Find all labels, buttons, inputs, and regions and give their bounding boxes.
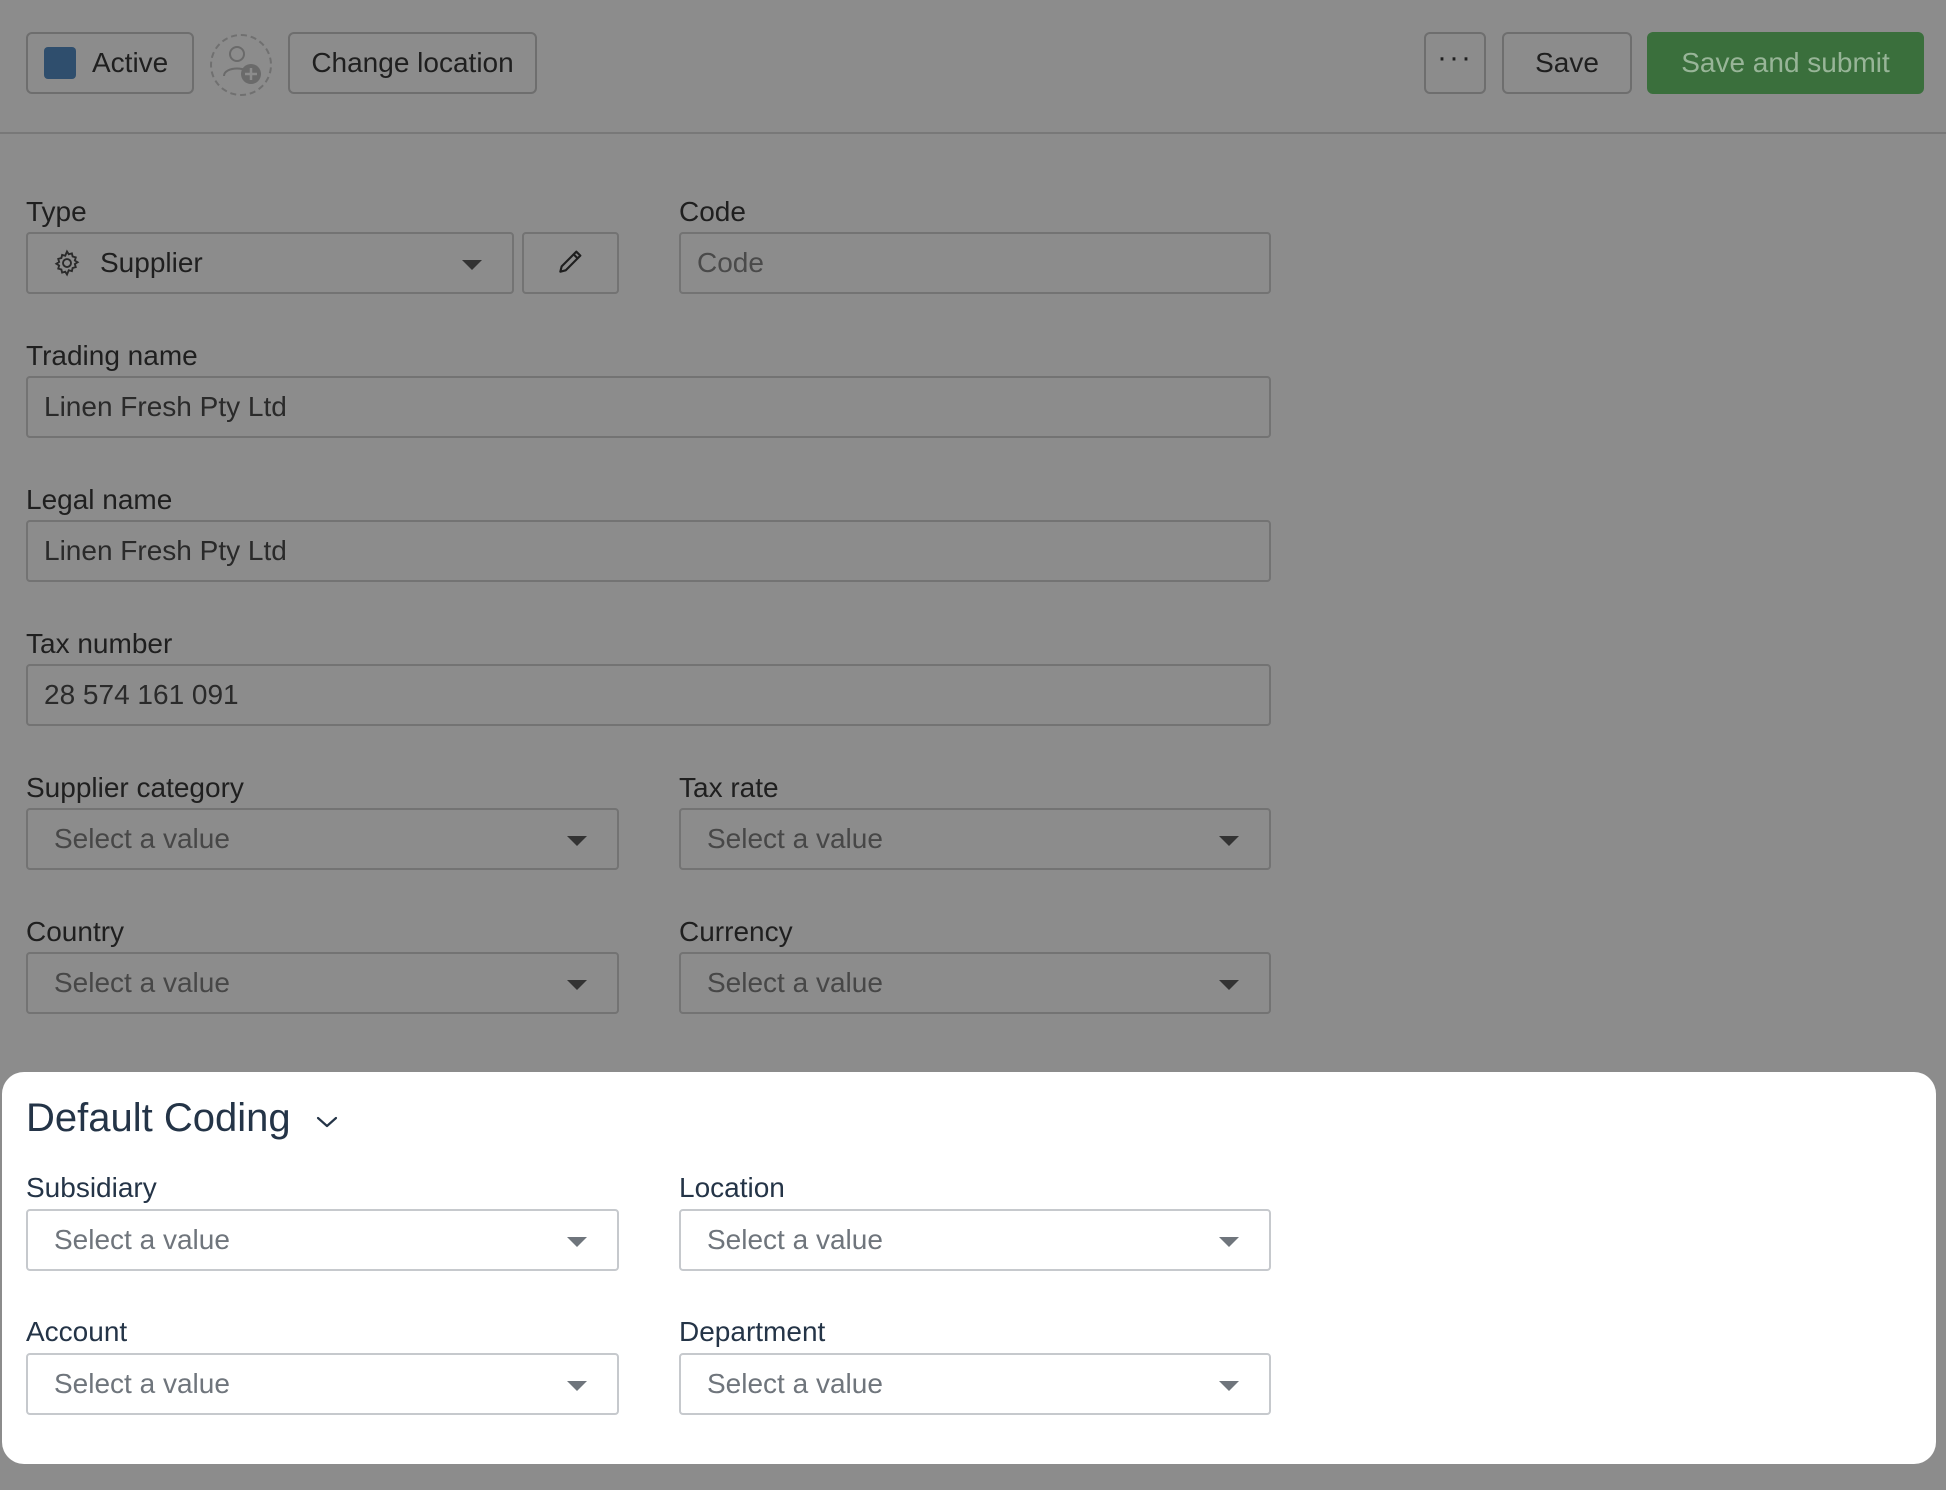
chevron-down-icon[interactable]	[315, 1114, 339, 1130]
change-location-button[interactable]: Change location	[288, 32, 537, 94]
legal-name-label: Legal name	[26, 484, 173, 515]
type-label: Type	[26, 196, 87, 227]
subsidiary-select[interactable]: Select a value	[26, 1209, 619, 1271]
tax-rate-label: Tax rate	[679, 772, 779, 803]
account-label: Account	[26, 1316, 128, 1347]
subsidiary-label: Subsidiary	[26, 1172, 157, 1203]
department-label: Department	[679, 1316, 826, 1347]
country-placeholder: Select a value	[54, 967, 230, 998]
add-user-button[interactable]	[210, 34, 272, 96]
type-select[interactable]: Supplier	[26, 232, 514, 294]
department-placeholder: Select a value	[707, 1368, 883, 1399]
chevron-down-icon	[567, 836, 587, 846]
chevron-down-icon	[462, 260, 482, 270]
save-and-submit-button[interactable]: Save and submit	[1647, 32, 1924, 94]
status-label: Active	[92, 47, 169, 78]
chevron-down-icon	[567, 1237, 587, 1247]
top-toolbar: Active Change location ··· Save Save and…	[0, 0, 1946, 134]
tax-rate-select[interactable]: Select a value	[679, 808, 1271, 870]
tax-rate-placeholder: Select a value	[707, 823, 883, 854]
trading-name-label: Trading name	[26, 340, 198, 371]
location-select[interactable]: Select a value	[679, 1209, 1271, 1271]
more-options-button[interactable]: ···	[1424, 32, 1486, 94]
save-button[interactable]: Save	[1502, 32, 1632, 94]
code-input[interactable]: Code	[679, 232, 1271, 294]
location-label: Location	[679, 1172, 785, 1203]
subsidiary-placeholder: Select a value	[54, 1224, 230, 1255]
default-coding-header: Default Coding	[26, 1096, 339, 1141]
add-user-icon	[218, 40, 264, 91]
edit-type-button[interactable]	[522, 232, 619, 294]
location-placeholder: Select a value	[707, 1224, 883, 1255]
country-label: Country	[26, 916, 125, 947]
account-select[interactable]: Select a value	[26, 1353, 619, 1415]
chevron-down-icon	[567, 980, 587, 990]
status-color-swatch	[44, 47, 76, 79]
pencil-icon	[555, 245, 587, 282]
currency-select[interactable]: Select a value	[679, 952, 1271, 1014]
chevron-down-icon	[1219, 980, 1239, 990]
default-coding-panel: Default Coding Subsidiary Select a value…	[2, 1072, 1936, 1464]
chevron-down-icon	[1219, 1237, 1239, 1247]
legal-name-input[interactable]: Linen Fresh Pty Ltd	[26, 520, 1271, 582]
currency-placeholder: Select a value	[707, 967, 883, 998]
supplier-category-placeholder: Select a value	[54, 823, 230, 854]
chevron-down-icon	[1219, 836, 1239, 846]
gear-icon	[52, 248, 82, 278]
account-placeholder: Select a value	[54, 1368, 230, 1399]
chevron-down-icon	[1219, 1381, 1239, 1391]
supplier-category-label: Supplier category	[26, 772, 244, 803]
chevron-down-icon	[567, 1381, 587, 1391]
tax-number-input[interactable]: 28 574 161 091	[26, 664, 1271, 726]
department-select[interactable]: Select a value	[679, 1353, 1271, 1415]
supplier-category-select[interactable]: Select a value	[26, 808, 619, 870]
status-button[interactable]: Active	[26, 32, 194, 94]
trading-name-input[interactable]: Linen Fresh Pty Ltd	[26, 376, 1271, 438]
country-select[interactable]: Select a value	[26, 952, 619, 1014]
default-coding-title: Default Coding	[26, 1096, 291, 1140]
tax-number-label: Tax number	[26, 628, 173, 659]
currency-label: Currency	[679, 916, 793, 947]
code-label: Code	[679, 196, 746, 227]
type-value: Supplier	[100, 247, 203, 278]
